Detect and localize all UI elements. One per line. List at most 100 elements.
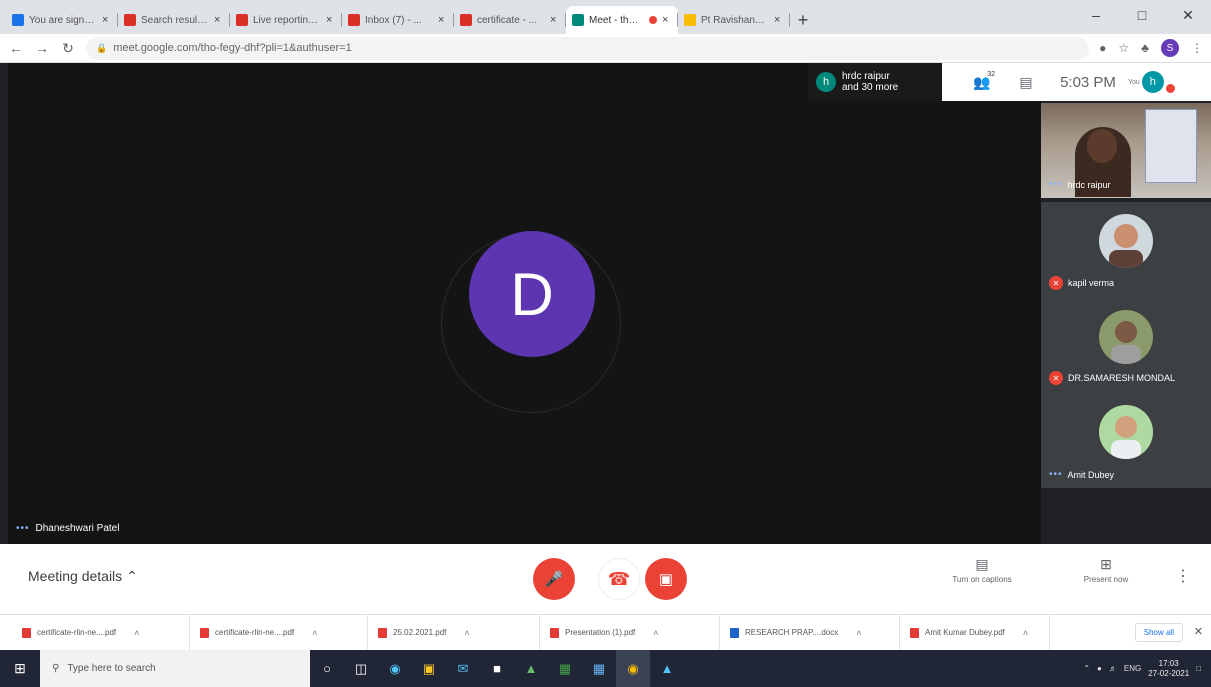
system-tray: ⌃ ● ♬ ENG 17:03 27-02-2021 □ bbox=[1083, 650, 1201, 687]
browser-menu-icon[interactable]: ⋮ bbox=[1191, 41, 1203, 55]
docx-file-icon bbox=[730, 627, 739, 638]
browser-tab[interactable]: Inbox (7) - ... × bbox=[342, 6, 454, 34]
cortana-icon[interactable]: ○ bbox=[310, 650, 344, 687]
close-tab-icon[interactable]: × bbox=[102, 14, 112, 26]
meeting-details-button[interactable]: Meeting details ⌃ bbox=[28, 568, 138, 585]
network-icon[interactable]: ● bbox=[1097, 664, 1102, 673]
tab-title: Pt Ravishankar Shukla ... bbox=[701, 14, 769, 26]
chevron-up-icon[interactable]: ˄ bbox=[856, 628, 861, 638]
you-label: You bbox=[1128, 78, 1140, 86]
close-window-icon[interactable]: ✕ bbox=[1165, 0, 1211, 30]
store-icon[interactable]: ■ bbox=[480, 650, 514, 687]
mic-toggle-button[interactable]: 🎤 bbox=[533, 558, 575, 600]
participant-tile-video[interactable]: ••• hrdc raipur bbox=[1041, 103, 1211, 198]
close-tab-icon[interactable]: × bbox=[662, 14, 672, 26]
captions-button[interactable]: ▤ Turn on captions bbox=[936, 556, 1028, 584]
browser-tab[interactable]: Pt Ravishankar Shukla ... × bbox=[678, 6, 790, 34]
maximize-icon[interactable]: □ bbox=[1119, 0, 1165, 30]
more-options-icon[interactable]: ⋮ bbox=[1175, 566, 1191, 586]
camera-indicator-icon[interactable]: ● bbox=[1099, 41, 1106, 55]
participants-button[interactable]: 👥 32 bbox=[960, 63, 1004, 101]
browser-tab[interactable]: Live reporting ... × bbox=[230, 6, 342, 34]
meet-clock: 5:03 PM bbox=[1060, 73, 1116, 91]
participant-tile[interactable]: ✕ kapil verma bbox=[1041, 202, 1211, 298]
download-item[interactable]: Presentation (1).pdf ˄ bbox=[540, 614, 720, 651]
download-name: RESEARCH PRAP....docx bbox=[745, 628, 839, 637]
clock-time: 17:03 bbox=[1158, 658, 1179, 668]
self-avatar[interactable]: h bbox=[1141, 71, 1164, 93]
downloads-bar: certificate-rlin-ne....pdf ˄ certificate-r… bbox=[0, 614, 1211, 651]
download-item[interactable]: 25.02.2021.pdf ˄ bbox=[368, 614, 540, 651]
back-icon[interactable]: ← bbox=[8, 40, 24, 56]
close-tab-icon[interactable]: × bbox=[438, 14, 448, 26]
file-explorer-icon[interactable]: ▣ bbox=[412, 650, 446, 687]
reload-icon[interactable]: ↻ bbox=[60, 40, 76, 57]
address-bar[interactable]: 🔒 meet.google.com/tho-fegy-dhf?pli=1&aut… bbox=[86, 36, 1090, 60]
download-item[interactable]: Amit Kumar Dubey.pdf ˄ bbox=[900, 614, 1050, 651]
browser-tab[interactable]: You are signed in as ... × bbox=[6, 6, 118, 34]
excel-icon[interactable]: ▦ bbox=[548, 650, 582, 687]
mail-icon[interactable]: ✉ bbox=[446, 650, 480, 687]
participant-label: ••• Amit Dubey bbox=[1049, 469, 1114, 480]
participant-tile[interactable]: ••• Amit Dubey bbox=[1041, 393, 1211, 488]
participant-chip[interactable]: h hrdc raipur and 30 more bbox=[808, 63, 942, 101]
participant-label: ••• hrdc raipur bbox=[1049, 179, 1111, 190]
chat-button[interactable]: ▤ bbox=[1004, 63, 1048, 101]
chevron-up-icon[interactable]: ˄ bbox=[134, 628, 139, 638]
forward-icon[interactable]: → bbox=[34, 40, 50, 56]
favicon-icon bbox=[572, 14, 584, 26]
bookmark-star-icon[interactable]: ☆ bbox=[1118, 41, 1129, 55]
participant-tile[interactable]: ✕ DR.SAMARESH MONDAL bbox=[1041, 298, 1211, 393]
tray-chevron-icon[interactable]: ⌃ bbox=[1083, 664, 1090, 673]
browser-tab[interactable]: Search results - ... × bbox=[118, 6, 230, 34]
word-icon[interactable]: ▦ bbox=[582, 650, 616, 687]
close-tab-icon[interactable]: × bbox=[214, 14, 224, 26]
window-controls: – □ ✕ bbox=[1073, 0, 1211, 30]
new-tab-button[interactable]: + bbox=[790, 6, 816, 34]
download-item[interactable]: certificate-rlin-ne....pdf ˄ bbox=[12, 614, 190, 651]
app-icon[interactable]: ▲ bbox=[514, 650, 548, 687]
close-tab-icon[interactable]: × bbox=[550, 14, 560, 26]
chevron-up-icon[interactable]: ˄ bbox=[312, 628, 317, 638]
profile-avatar[interactable]: S bbox=[1161, 39, 1179, 57]
person-head bbox=[1087, 129, 1117, 163]
chevron-up-icon[interactable]: ˄ bbox=[653, 628, 658, 638]
browser-tab[interactable]: Meet - tho-fegy-... × bbox=[566, 6, 678, 34]
chrome-icon[interactable]: ◉ bbox=[616, 650, 650, 687]
notification-icon[interactable]: □ bbox=[1196, 664, 1201, 673]
download-item[interactable]: RESEARCH PRAP....docx ˄ bbox=[720, 614, 900, 651]
tab-title: Meet - tho-fegy-... bbox=[589, 14, 644, 26]
close-downloads-icon[interactable]: ✕ bbox=[1194, 625, 1203, 638]
minimize-icon[interactable]: – bbox=[1073, 0, 1119, 30]
photos-icon[interactable]: ▲ bbox=[650, 650, 684, 687]
browser-tab-strip: You are signed in as ...×Search results … bbox=[0, 0, 1211, 34]
close-tab-icon[interactable]: × bbox=[326, 14, 336, 26]
taskbar-clock[interactable]: 17:03 27-02-2021 bbox=[1148, 659, 1189, 679]
pdf-file-icon bbox=[550, 627, 559, 638]
favicon-icon bbox=[460, 14, 472, 26]
extensions-icon[interactable]: ♣ bbox=[1141, 41, 1149, 55]
participant-photo bbox=[1099, 310, 1153, 364]
browser-tab[interactable]: certificate - ... × bbox=[454, 6, 566, 34]
taskbar-search[interactable]: ⚲ Type here to search bbox=[40, 650, 310, 687]
present-now-button[interactable]: ⊞ Present now bbox=[1066, 556, 1146, 584]
download-name: Amit Kumar Dubey.pdf bbox=[925, 628, 1005, 637]
show-all-button[interactable]: Show all bbox=[1134, 623, 1183, 642]
close-tab-icon[interactable]: × bbox=[774, 14, 784, 26]
windows-start-icon[interactable]: ⊞ bbox=[0, 650, 40, 687]
chevron-up-icon[interactable]: ˄ bbox=[464, 628, 469, 638]
tab-title: Inbox (7) - ... bbox=[365, 14, 422, 26]
download-name: 25.02.2021.pdf bbox=[393, 628, 447, 637]
edge-icon[interactable]: ◉ bbox=[378, 650, 412, 687]
leave-call-button[interactable]: ☎ bbox=[598, 558, 640, 600]
camera-toggle-button[interactable]: ▣ bbox=[645, 558, 687, 600]
chevron-up-icon[interactable]: ˄ bbox=[1023, 628, 1028, 638]
banner-image bbox=[1145, 109, 1197, 183]
download-item[interactable]: certificate-rlin-ne....pdf ˄ bbox=[190, 614, 368, 651]
participant-chip-line2: and 30 more bbox=[842, 82, 899, 93]
participants-count: 32 bbox=[987, 71, 995, 78]
alert-icon bbox=[1165, 83, 1175, 93]
volume-icon[interactable]: ♬ bbox=[1109, 664, 1117, 673]
task-view-icon[interactable]: ◫ bbox=[344, 650, 378, 687]
language-indicator[interactable]: ENG bbox=[1124, 664, 1141, 673]
